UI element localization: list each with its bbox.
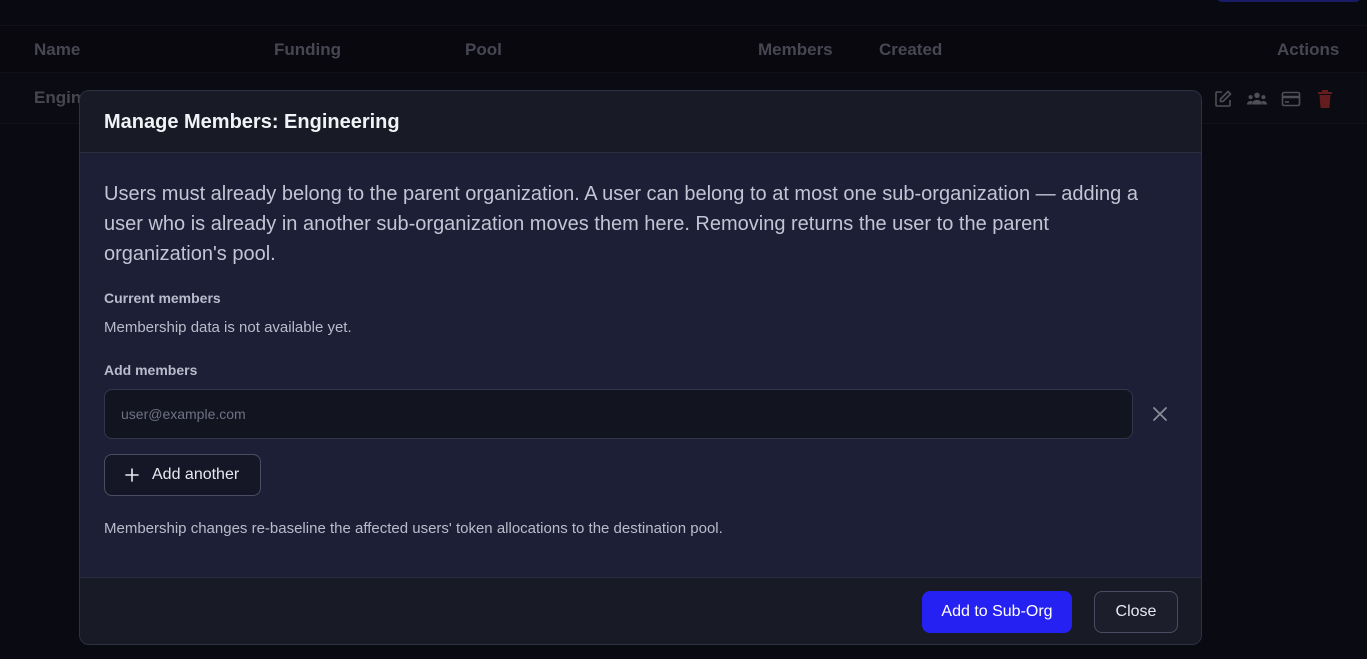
add-another-button[interactable]: Add another — [104, 454, 261, 496]
manage-members-dialog: Manage Members: Engineering Users must a… — [79, 90, 1202, 645]
close-icon — [1153, 407, 1167, 421]
member-email-input[interactable] — [104, 389, 1133, 439]
dialog-body: Users must already belong to the parent … — [80, 153, 1201, 577]
remove-email-button[interactable] — [1148, 402, 1172, 426]
add-members-label: Add members — [104, 362, 198, 378]
dialog-title: Manage Members: Engineering — [104, 111, 400, 133]
add-another-label: Add another — [152, 466, 240, 483]
close-button[interactable]: Close — [1094, 591, 1178, 633]
add-to-sub-org-button[interactable]: Add to Sub-Org — [922, 591, 1072, 633]
current-members-empty-text: Membership data is not available yet. — [104, 319, 352, 336]
dialog-footer: Add to Sub-Org Close — [80, 577, 1201, 644]
membership-footnote: Membership changes re-baseline the affec… — [104, 520, 723, 537]
current-members-label: Current members — [104, 290, 221, 306]
dialog-description: Users must already belong to the parent … — [104, 183, 1138, 265]
dialog-header: Manage Members: Engineering — [80, 91, 1201, 153]
plus-icon — [125, 468, 139, 482]
